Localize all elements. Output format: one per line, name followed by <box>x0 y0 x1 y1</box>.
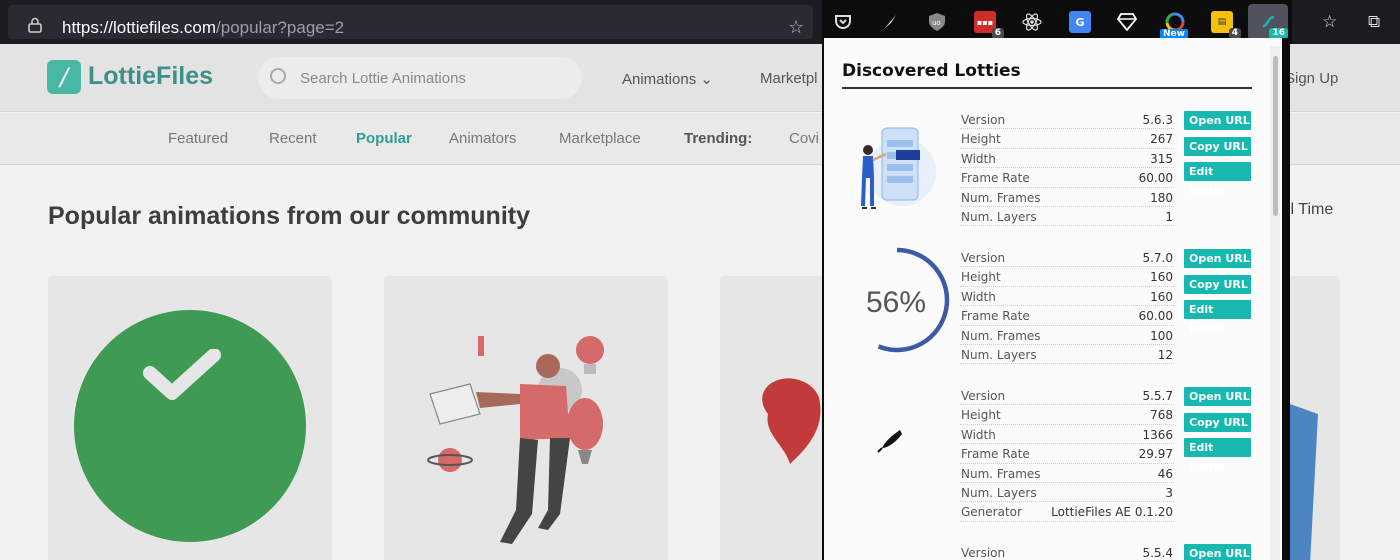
prop-row: Num. Frames 180 <box>960 188 1174 207</box>
edit-lottie-button[interactable]: Edit Lottie <box>1184 162 1251 197</box>
prop-row: Version 5.5.4 <box>960 543 1174 560</box>
prop-row: Num. Frames 100 <box>960 326 1174 345</box>
subnav-trending-covid[interactable]: Covi <box>789 130 819 147</box>
search-icon <box>270 68 286 84</box>
subnav-featured[interactable]: Featured <box>168 130 228 147</box>
man-illustration-animation <box>427 336 604 544</box>
prop-row: Width 1366 <box>960 425 1174 445</box>
site-logo-text[interactable]: LottieFiles <box>88 62 213 91</box>
search-placeholder[interactable]: Search Lottie Animations <box>300 70 466 87</box>
edit-lottie-button[interactable]: Edit Lottie <box>1184 438 1251 473</box>
entry-actions: Open URL <box>1184 544 1252 560</box>
nav-signup[interactable]: Sign Up <box>1285 70 1338 87</box>
subnav-popular[interactable]: Popular <box>356 130 412 147</box>
note-ext-icon[interactable]: ▤ 4 <box>1211 11 1241 39</box>
prop-row: Frame Rate 29.97 <box>960 444 1174 464</box>
prop-row: Frame Rate 60.00 <box>960 306 1174 326</box>
url-bar[interactable]: https://lottiefiles.com/popular?page=2 ☆ <box>8 5 813 39</box>
entry-actions: Open URL Copy URL Edit Lottie <box>1184 111 1252 197</box>
prop-row: Version 5.5.7 <box>960 386 1174 406</box>
page-heading: Popular animations from our community <box>48 202 530 230</box>
ublock-icon[interactable]: uo <box>926 11 948 33</box>
prop-row: Height 768 <box>960 405 1174 425</box>
bookmark-star-icon[interactable]: ☆ <box>788 17 804 38</box>
nav-animations[interactable]: Animations ⌄ <box>622 70 713 88</box>
time-filter[interactable]: ll Time <box>1287 201 1333 219</box>
red-ext-icon[interactable]: ▪▪▪ 6 <box>974 11 1004 39</box>
subnav-animators[interactable]: Animators <box>449 130 517 147</box>
nav-marketplace[interactable]: Marketpl <box>760 70 818 87</box>
open-url-button[interactable]: Open URL <box>1184 249 1251 268</box>
lottie-ext-icon[interactable]: 16 <box>1258 11 1288 39</box>
copy-url-button[interactable]: Copy URL <box>1184 412 1251 432</box>
prop-row: Version 5.6.3 <box>960 110 1174 130</box>
prop-row: Width 315 <box>960 149 1174 169</box>
chevron-down-icon: ⌄ <box>700 71 713 88</box>
lottie-entry: Version 5.5.7 Height 768 Width 1366 Frame R… <box>842 386 1262 526</box>
property-list: Version 5.5.7 Height 768 Width 1366 Frame R… <box>960 386 1174 522</box>
svg-text:uo: uo <box>932 19 941 27</box>
progress-percent: 56% <box>866 286 927 319</box>
open-url-button[interactable]: Open URL <box>1184 111 1251 130</box>
translate-icon[interactable]: G <box>1069 11 1091 33</box>
prop-row: Version 5.7.0 <box>960 248 1174 268</box>
copy-url-button[interactable]: Copy URL <box>1184 274 1251 294</box>
prop-row: Frame Rate 60.00 <box>960 168 1174 188</box>
subnav-trending-label: Trending: <box>684 130 753 147</box>
color-ext-icon[interactable]: New <box>1160 11 1188 40</box>
feather-pen-thumbnail[interactable] <box>842 386 952 496</box>
popup-title: Discovered Lotties <box>842 61 1021 81</box>
lottie-entry: 56% Version 5.7.0 Height 160 Width 160 Fram… <box>842 247 1262 368</box>
lottie-entry: Version 5.6.3 Height 267 Width 315 Frame Ra… <box>842 110 1262 230</box>
open-url-button[interactable]: Open URL <box>1184 544 1251 560</box>
blue-shape-animation <box>1290 404 1318 560</box>
url-text[interactable]: https://lottiefiles.com/popular?page=2 <box>62 18 344 38</box>
prop-row: Num. Layers 12 <box>960 345 1174 365</box>
prop-row: Height 160 <box>960 267 1174 287</box>
subnav-marketplace[interactable]: Marketplace <box>559 130 641 147</box>
prop-row: Generator LottieFiles AE 0.1.20 <box>960 502 1174 522</box>
popup-scrollbar-thumb[interactable] <box>1273 56 1278 216</box>
react-icon[interactable] <box>1021 11 1043 33</box>
property-list: Version 5.5.4 <box>960 543 1174 560</box>
prop-row: Width 160 <box>960 287 1174 307</box>
prop-row: Height 267 <box>960 129 1174 149</box>
check-icon <box>143 349 221 400</box>
quill-icon[interactable] <box>879 11 901 33</box>
prop-row: Num. Layers 3 <box>960 483 1174 503</box>
edit-lottie-button[interactable]: Edit Lottie <box>1184 300 1251 335</box>
diamond-icon[interactable] <box>1116 11 1138 33</box>
entry-actions: Open URL Copy URL Edit Lottie <box>1184 249 1252 335</box>
lottiefiles-logo-icon[interactable]: / <box>47 60 81 94</box>
title-divider <box>842 87 1252 89</box>
pocket-icon[interactable] <box>832 11 854 33</box>
prop-row: Num. Layers 1 <box>960 207 1174 227</box>
lock-icon <box>28 17 42 33</box>
copy-url-button[interactable]: Copy URL <box>1184 136 1251 156</box>
checkmark-animation <box>74 310 306 542</box>
entry-actions: Open URL Copy URL Edit Lottie <box>1184 387 1252 473</box>
phone-app-thumbnail[interactable] <box>842 120 952 230</box>
bookmarks-star-list-icon[interactable]: ☆ <box>1322 12 1337 32</box>
open-url-button[interactable]: Open URL <box>1184 387 1251 406</box>
property-list: Version 5.7.0 Height 160 Width 160 Frame Ra… <box>960 248 1174 365</box>
subnav-recent[interactable]: Recent <box>269 130 317 147</box>
property-list: Version 5.6.3 Height 267 Width 315 Frame Ra… <box>960 110 1174 227</box>
lottie-entry: Version 5.5.4 Open URL <box>842 543 1262 560</box>
extensions-puzzle-icon[interactable]: ⧉ <box>1368 12 1380 32</box>
red-splash-animation <box>762 378 821 464</box>
prop-row: Num. Frames 46 <box>960 464 1174 483</box>
